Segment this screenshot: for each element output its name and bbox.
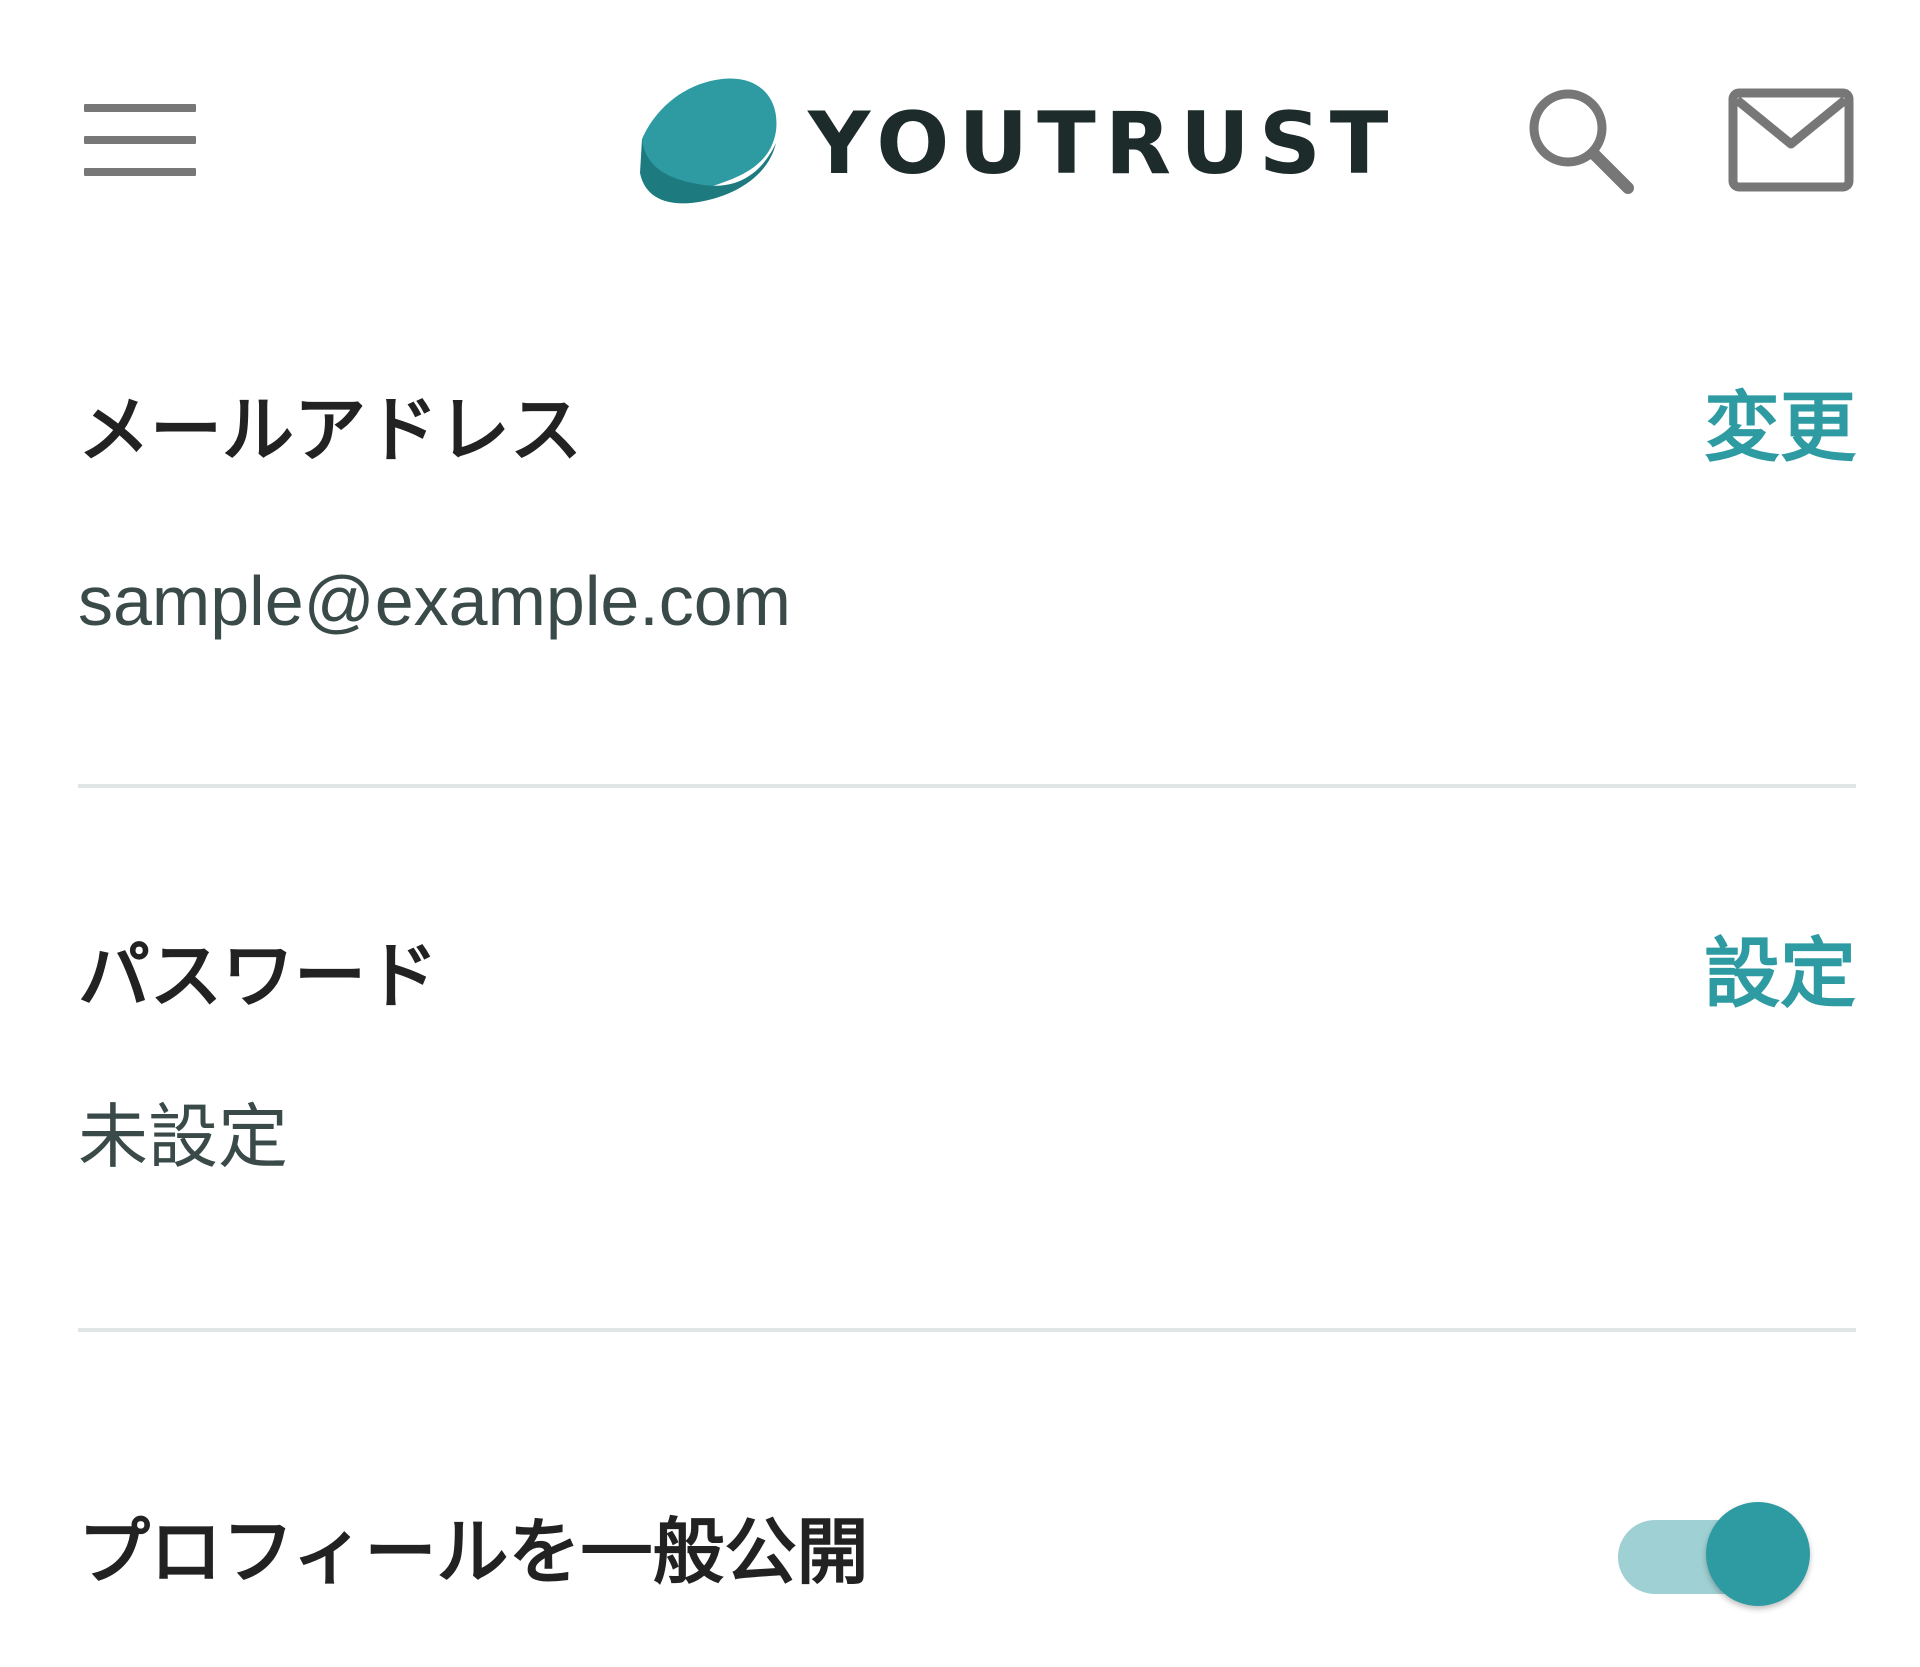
- password-title: パスワード: [78, 934, 439, 1018]
- profile-public-toggle[interactable]: [1618, 1502, 1814, 1610]
- divider: [78, 1328, 1856, 1332]
- logo-text: YOUTRUST: [808, 94, 1398, 194]
- search-icon[interactable]: [1524, 84, 1636, 196]
- change-email-button[interactable]: 変更: [1704, 390, 1856, 466]
- email-title: メールアドレス: [78, 388, 583, 472]
- toggle-knob: [1706, 1502, 1810, 1606]
- divider: [78, 784, 1856, 788]
- mail-icon[interactable]: [1728, 88, 1854, 192]
- logo-mark-icon: [640, 78, 777, 204]
- youtrust-logo[interactable]: YOUTRUST: [638, 76, 1397, 206]
- password-value: 未設定: [78, 1096, 288, 1178]
- profile-public-section: プロフィールを一般公開: [78, 1516, 1856, 1616]
- app-header: YOUTRUST: [0, 0, 1920, 280]
- profile-public-title: プロフィールを一般公開: [78, 1510, 869, 1594]
- email-value: sample@example.com: [78, 562, 791, 640]
- email-section: メールアドレス 変更 sample@example.com: [78, 390, 1856, 650]
- password-section: パスワード 設定 未設定: [78, 936, 1856, 1196]
- hamburger-menu-icon[interactable]: [84, 100, 196, 180]
- set-password-button[interactable]: 設定: [1704, 936, 1856, 1012]
